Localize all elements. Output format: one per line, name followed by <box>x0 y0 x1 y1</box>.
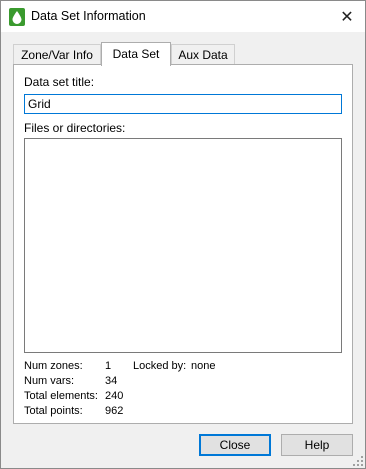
files-label: Files or directories: <box>24 121 126 135</box>
num-vars-label: Num vars: <box>24 375 75 387</box>
data-set-title-label: Data set title: <box>24 75 95 89</box>
close-button[interactable]: Close <box>199 434 271 456</box>
tab-zone-var-info[interactable]: Zone/Var Info <box>13 44 101 65</box>
total-points-label: Total points: <box>24 405 83 417</box>
num-vars-value: 34 <box>105 375 118 387</box>
title-bar: Data Set Information ✕ <box>1 1 365 32</box>
num-zones-label: Num zones: <box>24 360 83 372</box>
total-elements-label: Total elements: <box>24 390 98 402</box>
num-zones-value: 1 <box>105 360 112 372</box>
locked-by-value: none <box>191 360 216 372</box>
droplet-app-icon <box>9 8 25 26</box>
data-set-panel: Data set title: Files or directories: Nu… <box>13 64 353 424</box>
total-points-value: 962 <box>105 405 124 417</box>
close-window-icon[interactable]: ✕ <box>329 1 365 32</box>
resize-grip-icon[interactable] <box>353 456 363 466</box>
window-title: Data Set Information <box>31 9 146 23</box>
files-listbox[interactable] <box>24 138 342 353</box>
total-elements-value: 240 <box>105 390 124 402</box>
locked-by-label: Locked by: <box>133 360 187 372</box>
data-set-title-input[interactable] <box>24 94 342 114</box>
tab-data-set[interactable]: Data Set <box>101 42 171 66</box>
help-button[interactable]: Help <box>281 434 353 456</box>
dialog-window: Data Set Information ✕ Zone/Var Info Dat… <box>0 0 366 469</box>
tab-aux-data[interactable]: Aux Data <box>171 44 235 65</box>
